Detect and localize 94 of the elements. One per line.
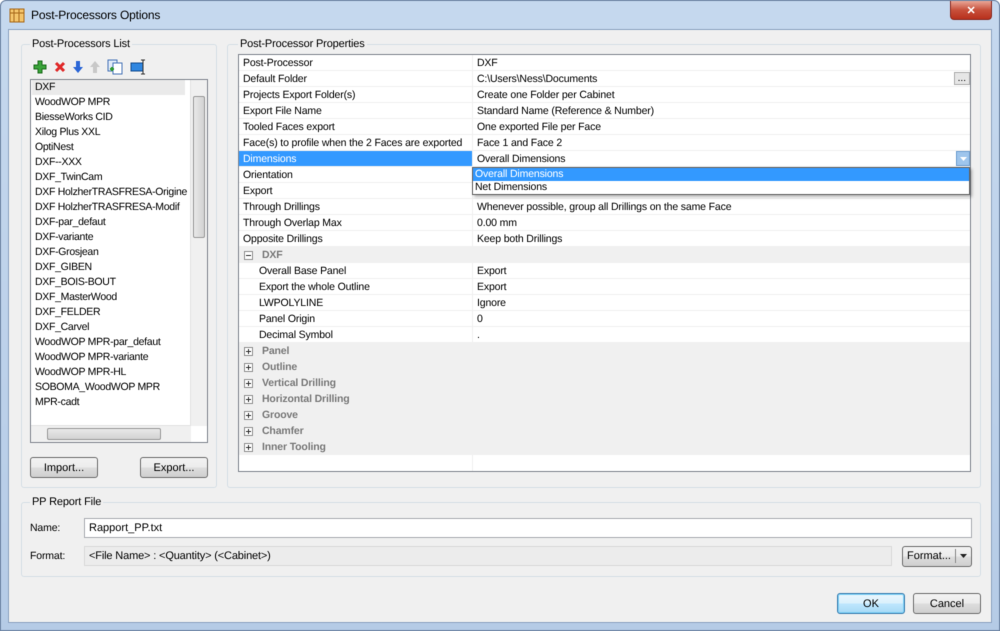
property-value: DXF bbox=[477, 56, 499, 70]
expander-icon[interactable] bbox=[244, 362, 253, 372]
list-item[interactable]: BiesseWorks CID bbox=[32, 110, 185, 125]
list-item[interactable]: DXF_MasterWood bbox=[32, 290, 185, 305]
property-value: Keep both Drillings bbox=[477, 232, 564, 246]
category-header: Outline bbox=[262, 361, 298, 373]
property-name[interactable]: Panel Origin bbox=[259, 313, 315, 325]
property-value: . bbox=[477, 328, 481, 342]
property-name[interactable]: Opposite Drillings bbox=[239, 231, 473, 246]
list-item[interactable]: Xilog Plus XXL bbox=[32, 125, 185, 140]
copy-icon[interactable] bbox=[107, 59, 123, 75]
category-header: Chamfer bbox=[262, 425, 304, 437]
category-header: Vertical Drilling bbox=[262, 377, 336, 389]
cabinet-icon bbox=[9, 7, 25, 23]
list-item[interactable]: DXF-variante bbox=[32, 230, 185, 245]
list-item[interactable]: DXF_GIBEN bbox=[32, 260, 185, 275]
expander-icon[interactable] bbox=[244, 410, 253, 420]
group-title: Post-Processors List bbox=[31, 38, 131, 50]
vertical-scrollbar[interactable] bbox=[190, 80, 207, 426]
expander-icon[interactable] bbox=[244, 442, 253, 452]
property-name[interactable]: Projects Export Folder(s) bbox=[239, 87, 473, 102]
group-title: PP Report File bbox=[31, 496, 102, 508]
list-item[interactable]: OptiNest bbox=[32, 140, 185, 155]
delete-icon[interactable] bbox=[54, 61, 66, 73]
dialog-button[interactable]: Export... bbox=[140, 457, 208, 478]
list-item[interactable]: SOBOMA_WoodWOP MPR bbox=[32, 380, 185, 395]
property-name[interactable]: Through Drillings bbox=[239, 199, 473, 214]
list-item[interactable]: DXF HolzherTRASFRESA-Modif bbox=[32, 200, 185, 215]
format-button[interactable]: Format... bbox=[902, 546, 972, 566]
list-item[interactable]: WoodWOP MPR-par_defaut bbox=[32, 335, 185, 350]
property-value: Overall Dimensions bbox=[477, 152, 566, 166]
dialog-button[interactable]: Import... bbox=[30, 457, 98, 478]
list-item[interactable]: WoodWOP MPR-HL bbox=[32, 365, 185, 380]
property-value: Create one Folder per Cabinet bbox=[477, 88, 616, 102]
property-name[interactable]: Orientation bbox=[239, 167, 473, 182]
arrow-down-icon[interactable] bbox=[73, 61, 83, 73]
expander-icon[interactable] bbox=[244, 394, 253, 404]
property-value: 0 bbox=[477, 312, 484, 326]
property-name[interactable]: Post-Processor bbox=[239, 55, 473, 70]
category-header: Panel bbox=[262, 345, 290, 357]
list-item[interactable]: DXF-par_defaut bbox=[32, 215, 185, 230]
list-item[interactable]: DXF_BOIS-BOUT bbox=[32, 275, 185, 290]
caret-icon[interactable] bbox=[960, 554, 967, 558]
list-item[interactable]: MPR-cadt bbox=[32, 395, 185, 410]
property-value: C:\Users\Ness\Documents bbox=[477, 72, 598, 86]
category-header: Groove bbox=[262, 409, 298, 421]
property-name[interactable]: Tooled Faces export bbox=[239, 119, 473, 134]
horizontal-scrollbar[interactable] bbox=[31, 425, 191, 442]
field-label: Name: bbox=[30, 522, 62, 534]
property-name[interactable]: LWPOLYLINE bbox=[259, 297, 324, 309]
expander-icon[interactable] bbox=[244, 378, 253, 388]
property-value: One exported File per Face bbox=[477, 120, 602, 134]
list-item[interactable]: DXF_TwinCam bbox=[32, 170, 185, 185]
field-label: Format: bbox=[30, 550, 66, 562]
list-item[interactable]: DXF_Carvel bbox=[32, 320, 185, 335]
format-field: <File Name> : <Quantity> (<Cabinet>) bbox=[84, 546, 892, 566]
category-header: Inner Tooling bbox=[262, 441, 326, 453]
dialog-button[interactable]: OK bbox=[837, 593, 905, 614]
expander-icon[interactable] bbox=[244, 346, 253, 356]
list-item[interactable]: DXF bbox=[32, 80, 185, 95]
property-name[interactable]: Decimal Symbol bbox=[259, 329, 333, 341]
expander-icon[interactable] bbox=[244, 250, 253, 260]
list-item[interactable]: DXF_FELDER bbox=[32, 305, 185, 320]
property-value: Ignore bbox=[477, 296, 507, 310]
property-name[interactable]: Face(s) to profile when the 2 Faces are exported bbox=[239, 135, 473, 150]
property-name[interactable]: Export bbox=[239, 183, 473, 198]
list-item[interactable]: WoodWOP MPR-variante bbox=[32, 350, 185, 365]
group-title: Post-Processor Properties bbox=[239, 38, 366, 50]
list-item[interactable]: DXF-Grosjean bbox=[32, 245, 185, 260]
property-value: Whenever possible, group all Drillings on the same Face bbox=[477, 200, 732, 214]
property-value: Face 1 and Face 2 bbox=[477, 136, 564, 150]
category-header: Horizontal Drilling bbox=[262, 393, 350, 405]
category-header: DXF bbox=[262, 249, 283, 261]
list-item[interactable]: DXF HolzherTRASFRESA-Origine bbox=[32, 185, 185, 200]
property-name[interactable]: Overall Base Panel bbox=[259, 265, 346, 277]
rename-icon[interactable] bbox=[130, 59, 148, 75]
property-name[interactable]: Export File Name bbox=[239, 103, 473, 118]
expander-icon[interactable] bbox=[244, 426, 253, 436]
property-value: Export bbox=[477, 280, 508, 294]
window-title: Post-Processors Options bbox=[31, 8, 160, 22]
dialog-button[interactable]: Cancel bbox=[913, 593, 981, 614]
property-value: Export bbox=[477, 264, 508, 278]
dropdown-option[interactable]: Net Dimensions bbox=[473, 181, 969, 194]
property-value: 0.00 mm bbox=[477, 216, 518, 230]
close-button[interactable]: ✕ bbox=[950, 1, 992, 20]
list-item[interactable]: DXF--XXX bbox=[32, 155, 185, 170]
add-icon[interactable] bbox=[33, 60, 47, 74]
property-name[interactable]: Default Folder bbox=[239, 71, 473, 86]
browse-button[interactable]: ... bbox=[954, 72, 970, 85]
property-name[interactable]: Through Overlap Max bbox=[239, 215, 473, 230]
property-value: Standard Name (Reference & Number) bbox=[477, 104, 655, 118]
list-item[interactable]: WoodWOP MPR bbox=[32, 95, 185, 110]
name-field[interactable]: Rapport_PP.txt bbox=[84, 518, 972, 538]
property-name[interactable]: Export the whole Outline bbox=[259, 281, 370, 293]
